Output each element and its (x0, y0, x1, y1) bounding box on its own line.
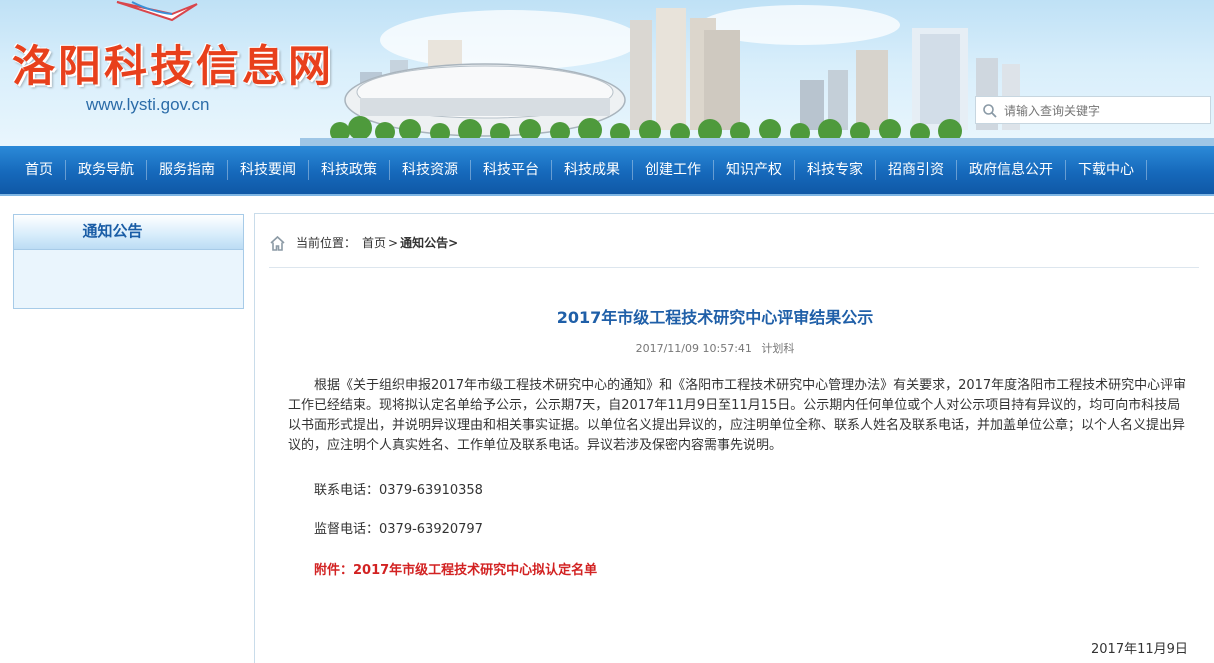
nav-item-home[interactable]: 首页 (13, 160, 66, 180)
nav-item-intellectual-property[interactable]: 知识产权 (714, 160, 795, 180)
nav-item-tech-platform[interactable]: 科技平台 (471, 160, 552, 180)
city-skyline-illustration (300, 8, 1214, 146)
paper-plane-icon (116, 1, 198, 22)
nav-item-creation-work[interactable]: 创建工作 (633, 160, 714, 180)
contact-phone: 联系电话：0379-63910358 (314, 483, 483, 498)
breadcrumb-current-link[interactable]: 通知公告> (400, 232, 458, 254)
nav-item-gov-info-disclosure[interactable]: 政府信息公开 (957, 160, 1066, 180)
site-url: www.lysti.gov.cn (86, 95, 210, 114)
sidebar-title[interactable]: 通知公告 (14, 215, 243, 250)
site-logo[interactable]: 洛阳科技信息网 (12, 32, 334, 94)
nav-item-tech-policy[interactable]: 科技政策 (309, 160, 390, 180)
article-timestamp: 2017/11/09 10:57:41 (635, 342, 752, 355)
search-box (975, 96, 1211, 124)
nav-item-tech-news[interactable]: 科技要闻 (228, 160, 309, 180)
breadcrumb-separator: > (388, 236, 399, 250)
nav-item-service-guide[interactable]: 服务指南 (147, 160, 228, 180)
breadcrumb-label: 当前位置： (296, 236, 357, 250)
sidebar-panel: 通知公告 (13, 214, 244, 309)
main-nav: 首页 政务导航 服务指南 科技要闻 科技政策 科技资源 科技平台 科技成果 创建… (0, 146, 1214, 196)
nav-item-tech-experts[interactable]: 科技专家 (795, 160, 876, 180)
article-body: 根据《关于组织申报2017年市级工程技术研究中心的通知》和《洛阳市工程技术研究中… (288, 378, 1187, 453)
home-icon (270, 235, 285, 251)
breadcrumb: 当前位置： 首页 > 通知公告> (269, 232, 458, 254)
site-header: 洛阳科技信息网 www.lysti.gov.cn (0, 0, 1214, 146)
nav-item-tech-achievements[interactable]: 科技成果 (552, 160, 633, 180)
nav-item-investment[interactable]: 招商引资 (876, 160, 957, 180)
article-meta: 2017/11/09 10:57:41 计划科 (255, 340, 1175, 356)
article-title: 2017年市级工程技术研究中心评审结果公示 (556, 308, 874, 327)
divider (269, 267, 1199, 268)
main-content: 当前位置： 首页 > 通知公告> 2017年市级工程技术研究中心评审结果公示 2… (254, 213, 1214, 663)
search-icon[interactable] (982, 103, 998, 119)
article-date-sign: 2017年11月9日 (1091, 642, 1188, 657)
nav-item-tech-resources[interactable]: 科技资源 (390, 160, 471, 180)
nav-item-government-guide[interactable]: 政务导航 (66, 160, 147, 180)
nav-item-download-center[interactable]: 下载中心 (1066, 160, 1147, 180)
search-input[interactable] (1002, 101, 1206, 121)
supervise-phone: 监督电话：0379-63920797 (314, 522, 483, 537)
attachment-link[interactable]: 附件：2017年市级工程技术研究中心拟认定名单 (314, 559, 597, 578)
breadcrumb-home-link[interactable]: 首页 (362, 232, 386, 254)
article-source: 计划科 (761, 342, 795, 355)
